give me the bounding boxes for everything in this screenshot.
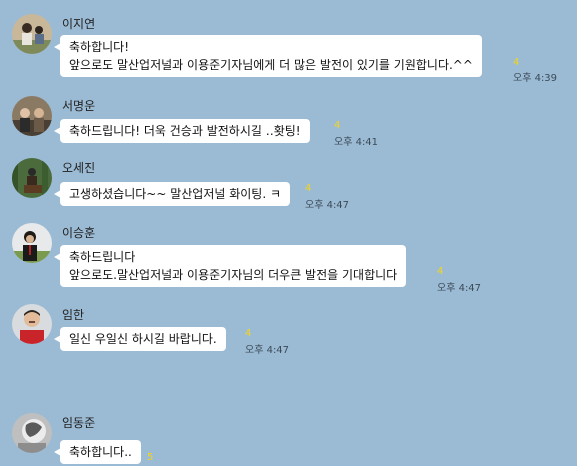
avatar[interactable] [12,96,52,136]
unread-count: 4 [437,266,444,277]
message-bubble[interactable]: 축하드립니다! 더욱 건승과 발전하시길 ‥홧팅! [54,119,310,143]
message-bubble[interactable]: 일신 우일신 하시길 바랍니다. [54,327,226,351]
message-text: 축하합니다! [69,40,130,54]
message-bubble[interactable]: 고생하셨습니다~~ 말산업저널 화이팅. ㅋ [53,182,291,206]
unread-count: 4 [334,120,341,131]
avatar[interactable] [12,158,52,198]
sender-name: 임동준 [62,416,96,430]
profile-photo-icon [12,223,52,263]
profile-photo-icon [12,158,52,198]
profile-photo-icon [12,96,52,136]
message-bubble[interactable]: 축하합니다.. [54,440,141,464]
message-time: 오후 4:47 [437,283,482,294]
message-time: 오후 4:39 [513,73,558,84]
message-time: 오후 4:47 [245,345,290,356]
unread-count: 4 [513,57,520,68]
message-text: 일신 우일신 하시길 바랍니다. [69,332,217,346]
message-time: 오후 4:41 [334,137,379,148]
profile-photo-icon [12,14,52,54]
sender-name: 임한 [62,308,85,322]
avatar[interactable] [12,304,52,344]
message-text: 축하드립니다 [69,250,136,264]
message-bubble[interactable]: 축하합니다! 앞으로도 말산업저널과 이용준기자님에게 더 많은 발전이 있기를… [54,35,482,77]
avatar[interactable] [12,14,52,54]
sender-name: 오세진 [62,161,96,175]
message-bubble[interactable]: 축하드립니다 앞으로도.말산업저널과 이용준기자님의 더우큰 발전을 기대합니다 [53,245,407,287]
unread-count: 4 [245,328,252,339]
sender-name: 이지연 [62,17,96,31]
message-time: 오후 4:47 [305,200,350,211]
sender-name: 이승훈 [62,226,96,240]
unread-count: 4 [305,183,312,194]
message-text: 고생하셨습니다~~ 말산업저널 화이팅. ㅋ [69,187,282,201]
message-text: 앞으로도.말산업저널과 이용준기자님의 더우큰 발전을 기대합니다 [69,268,398,282]
message-text: 축하합니다.. [69,445,132,459]
profile-photo-icon [12,413,52,453]
unread-count: 5 [147,452,154,463]
avatar[interactable] [12,413,52,453]
avatar[interactable] [12,223,52,263]
sender-name: 서명운 [62,99,96,113]
message-text: 앞으로도 말산업저널과 이용준기자님에게 더 많은 발전이 있기를 기원합니다.… [69,58,473,72]
message-text: 축하드립니다! 더욱 건승과 발전하시길 ‥홧팅! [69,124,301,138]
profile-photo-icon [12,304,52,344]
